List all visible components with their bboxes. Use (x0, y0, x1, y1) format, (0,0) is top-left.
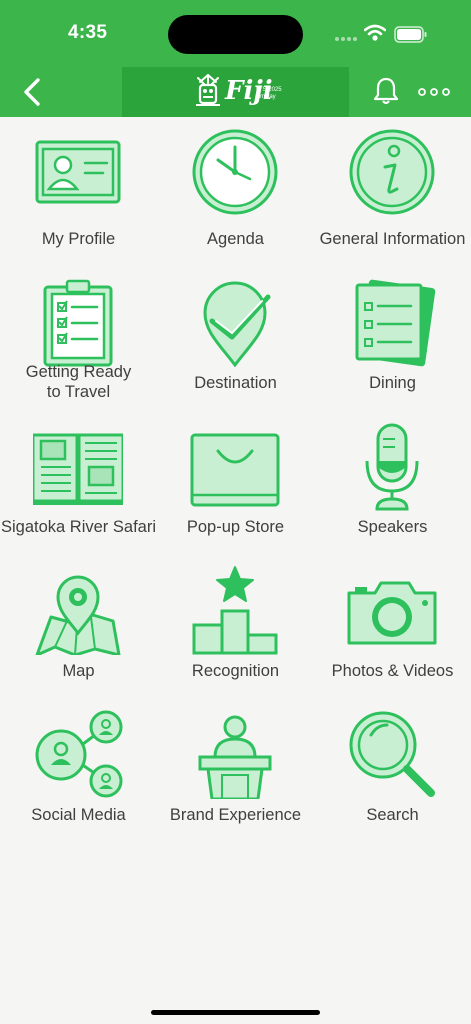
dynamic-island (168, 15, 303, 54)
menu-item-social-media[interactable]: Social Media (0, 699, 157, 843)
menu-item-pop-up-store[interactable]: Pop-up Store (157, 411, 314, 555)
menu-item-sigatoka-river-safari[interactable]: Sigatoka River Safari (0, 411, 157, 555)
logo-subtitle: LTS 2025 Amway (256, 87, 282, 100)
shopping-bag-icon (190, 433, 280, 507)
menu-item-label: Recognition (191, 662, 280, 680)
menu-item-label: Speakers (357, 518, 428, 536)
menu-item-agenda[interactable]: Agenda (157, 117, 314, 261)
menu-item-label: Sigatoka River Safari (1, 518, 156, 536)
clipboard-checklist-icon (43, 279, 113, 367)
magnifier-icon (349, 711, 435, 797)
menu-item-label: General Information (319, 230, 466, 248)
home-indicator[interactable] (151, 1010, 320, 1015)
menu-item-map[interactable]: Map (0, 555, 157, 699)
podium-star-icon (192, 566, 278, 655)
menu-item-search[interactable]: Search (314, 699, 471, 843)
wifi-icon (364, 24, 386, 41)
cellular-signal-icon (335, 37, 357, 41)
bell-icon[interactable] (372, 76, 400, 106)
status-time: 4:35 (68, 22, 108, 43)
menu-item-getting-ready[interactable]: Getting Ready to Travel (0, 267, 157, 411)
menu-item-destination[interactable]: Destination (157, 267, 314, 411)
clock-icon (192, 129, 278, 215)
menu-item-my-profile[interactable]: My Profile (0, 117, 157, 261)
menu-item-label: Social Media (31, 806, 126, 824)
menu-item-general-information[interactable]: General Information (314, 117, 471, 261)
menu-card-icon (355, 279, 436, 367)
menu-item-label: Search (366, 806, 419, 824)
camera-icon (347, 581, 437, 645)
menu-item-label: Dining (369, 374, 416, 392)
profile-card-icon (35, 140, 121, 204)
menu-item-dining[interactable]: Dining (314, 267, 471, 411)
menu-item-recognition[interactable]: Recognition (157, 555, 314, 699)
tiki-emblem-icon (196, 74, 220, 106)
menu-item-label: Agenda (207, 230, 264, 248)
menu-item-label: Destination (194, 374, 277, 392)
location-check-icon (203, 281, 271, 367)
open-book-icon (33, 433, 123, 505)
menu-item-label: Photos & Videos (331, 662, 454, 680)
info-icon (349, 129, 435, 215)
menu-item-label: My Profile (41, 230, 116, 248)
menu-item-label: Map (62, 662, 95, 680)
menu-item-brand-experience[interactable]: Brand Experience (157, 699, 314, 843)
app-header: 4:35 Fiji LTS 2025 Amway (0, 0, 471, 117)
back-chevron-icon[interactable] (18, 74, 50, 110)
social-network-icon (35, 710, 123, 798)
menu-item-speakers[interactable]: Speakers (314, 411, 471, 555)
map-pin-icon (35, 575, 121, 655)
menu-item-label: Getting Ready to Travel (25, 363, 132, 401)
microphone-icon (365, 423, 419, 511)
more-options-icon[interactable] (418, 88, 450, 96)
menu-item-label: Pop-up Store (186, 518, 285, 536)
speaker-podium-icon (198, 715, 272, 799)
menu-item-label: Brand Experience (169, 806, 302, 824)
battery-icon (394, 26, 427, 43)
menu-item-photos-videos[interactable]: Photos & Videos (314, 555, 471, 699)
